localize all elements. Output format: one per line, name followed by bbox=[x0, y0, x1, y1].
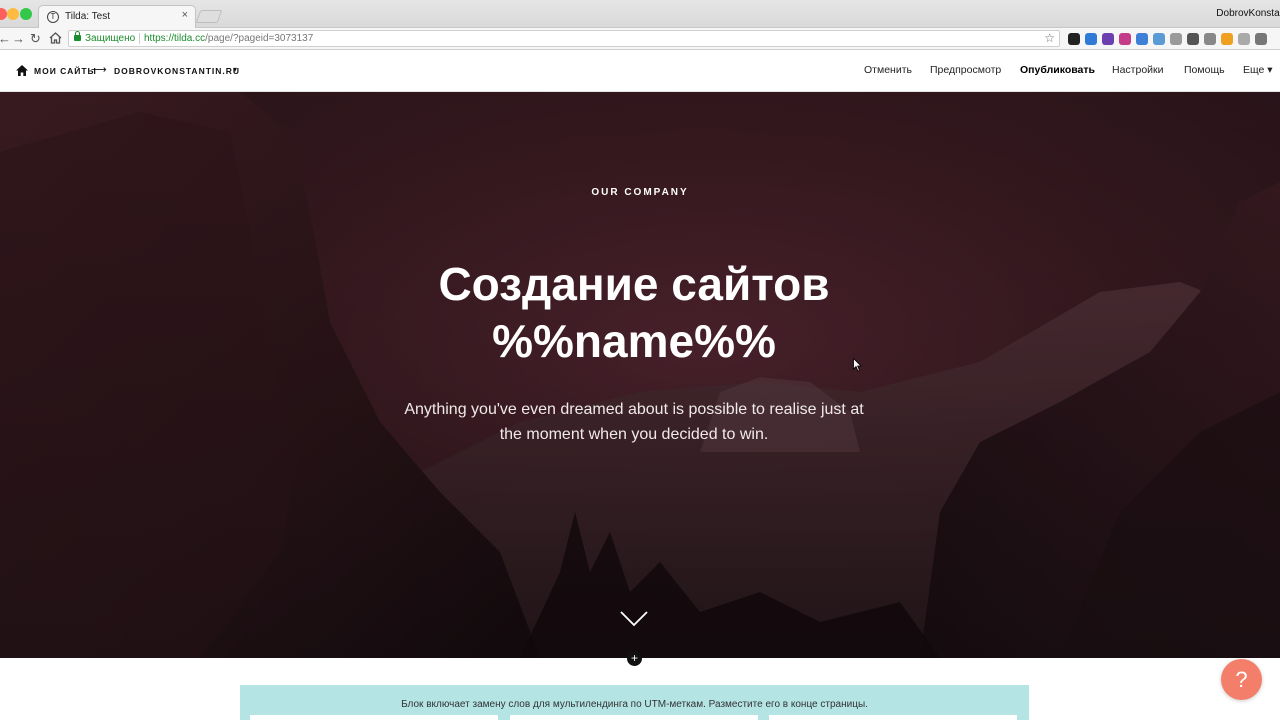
scroll-down-chevron-icon[interactable] bbox=[620, 611, 648, 627]
tab-close-icon[interactable]: × bbox=[182, 9, 188, 21]
utm-info-text: Блок включает замену слов для мультиленд… bbox=[401, 699, 868, 710]
more-menu-button[interactable]: Еще ▾ bbox=[1243, 64, 1273, 76]
url-path: /page/?pageid=3073137 bbox=[205, 33, 314, 44]
my-sites-link[interactable]: МОИ САЙТЫ bbox=[34, 66, 97, 76]
browser-extension-icon[interactable] bbox=[1085, 33, 1097, 45]
breadcrumb-arrow-icon: ⟶ bbox=[91, 64, 107, 76]
address-bar[interactable]: Защищено https://tilda.cc/page/?pageid=3… bbox=[68, 30, 1060, 47]
tab-title: Tilda: Test bbox=[65, 11, 111, 22]
secure-label: Защищено bbox=[85, 33, 136, 44]
home-icon[interactable] bbox=[16, 65, 28, 76]
cancel-button[interactable]: Отменить bbox=[864, 64, 912, 76]
browser-extension-icon[interactable] bbox=[1221, 33, 1233, 45]
browser-tab-bar: T Tilda: Test × DobrovKonstant bbox=[0, 0, 1280, 29]
hero-overlay bbox=[0, 92, 1280, 658]
browser-extension-icon[interactable] bbox=[1068, 33, 1080, 45]
site-dropdown-caret-icon[interactable]: ▾ bbox=[233, 65, 237, 74]
browser-extension-icon[interactable] bbox=[1102, 33, 1114, 45]
profile-name[interactable]: DobrovKonstant bbox=[1216, 8, 1280, 19]
lock-icon bbox=[74, 31, 81, 41]
browser-extension-icon[interactable] bbox=[1255, 33, 1267, 45]
add-block-button[interactable]: + bbox=[627, 651, 642, 666]
close-window-button[interactable] bbox=[0, 8, 7, 20]
mouse-cursor-icon bbox=[853, 358, 862, 372]
reload-icon[interactable]: ↻ bbox=[30, 31, 41, 47]
hero-eyebrow: OUR COMPANY bbox=[591, 187, 689, 198]
url-host: https://tilda.cc bbox=[144, 33, 206, 44]
new-tab-button[interactable] bbox=[195, 10, 223, 23]
hero-cover-block[interactable]: OUR COMPANY Создание сайтов %%name%% Any… bbox=[0, 92, 1280, 658]
bookmark-star-icon[interactable]: ☆ bbox=[1044, 31, 1055, 45]
browser-tab[interactable]: T Tilda: Test × bbox=[38, 5, 196, 29]
publish-button[interactable]: Опубликовать bbox=[1020, 64, 1095, 76]
browser-toolbar: ← → ↻ Защищено https://tilda.cc/page/?pa… bbox=[0, 28, 1280, 50]
browser-extension-icon[interactable] bbox=[1153, 33, 1165, 45]
utm-info-block[interactable]: Блок включает замену слов для мультиленд… bbox=[240, 685, 1029, 720]
browser-extension-icon[interactable] bbox=[1170, 33, 1182, 45]
site-domain-link[interactable]: DOBROVKONSTANTIN.RU bbox=[114, 66, 240, 76]
minimize-window-button[interactable] bbox=[7, 8, 19, 20]
help-question-button[interactable]: ? bbox=[1221, 659, 1262, 700]
utm-input-cell[interactable] bbox=[250, 715, 498, 720]
hero-subtitle: Anything you've even dreamed about is po… bbox=[404, 401, 864, 443]
browser-extension-icon[interactable] bbox=[1119, 33, 1131, 45]
browser-extension-icon[interactable] bbox=[1136, 33, 1148, 45]
forward-icon[interactable]: → bbox=[12, 31, 25, 47]
browser-extension-icon[interactable] bbox=[1204, 33, 1216, 45]
editor-topbar: МОИ САЙТЫ ⟶ DOBROVKONSTANTIN.RU ▾ Отмени… bbox=[0, 50, 1280, 92]
back-icon[interactable]: ← bbox=[0, 31, 11, 47]
utm-input-cell[interactable] bbox=[769, 715, 1017, 720]
home-page-icon[interactable] bbox=[49, 32, 62, 44]
preview-button[interactable]: Предпросмотр bbox=[930, 64, 1001, 76]
maximize-window-button[interactable] bbox=[20, 8, 32, 20]
address-separator bbox=[139, 33, 140, 44]
browser-extension-icon[interactable] bbox=[1187, 33, 1199, 45]
settings-button[interactable]: Настройки bbox=[1112, 64, 1164, 76]
hero-title: Создание сайтов %%name%% bbox=[438, 258, 830, 367]
help-menu-button[interactable]: Помощь bbox=[1184, 64, 1225, 76]
browser-extension-icon[interactable] bbox=[1238, 33, 1250, 45]
url-text[interactable]: https://tilda.cc/page/?pageid=3073137 bbox=[144, 33, 313, 44]
tilda-favicon-icon: T bbox=[47, 11, 59, 23]
utm-input-cell[interactable] bbox=[510, 715, 758, 720]
